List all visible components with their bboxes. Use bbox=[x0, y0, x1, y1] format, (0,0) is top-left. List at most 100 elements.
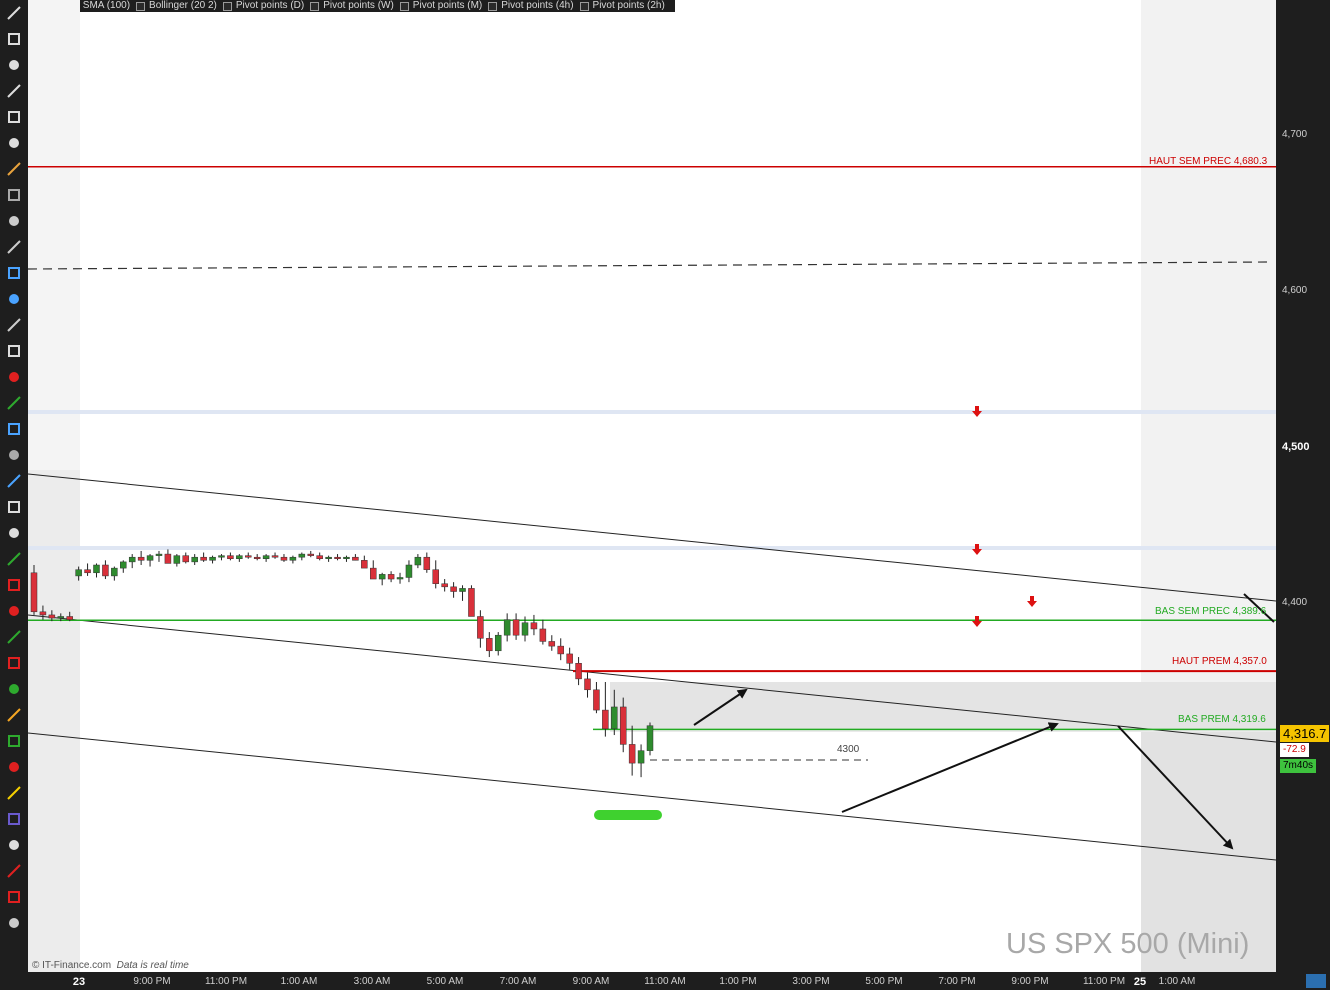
candle-body bbox=[316, 555, 323, 560]
candle-body bbox=[619, 706, 627, 745]
candle-body bbox=[494, 634, 502, 652]
green-level-icon[interactable] bbox=[3, 678, 25, 700]
segment-icon[interactable] bbox=[3, 496, 25, 518]
candle-body bbox=[432, 569, 439, 584]
candle-body bbox=[450, 586, 457, 592]
candle-body bbox=[441, 583, 448, 588]
candle-body bbox=[423, 556, 431, 570]
trash-icon[interactable] bbox=[3, 210, 25, 232]
candle-body bbox=[200, 556, 207, 561]
annotation-4300: 4300 bbox=[837, 744, 860, 755]
level-label-bas-prem: BAS PREM 4,319.6 bbox=[1178, 714, 1266, 725]
parallel-channel-icon[interactable] bbox=[3, 470, 25, 492]
trendline-icon[interactable] bbox=[3, 340, 25, 362]
candle-countdown-badge: 7m40s bbox=[1280, 759, 1317, 773]
candle-body bbox=[39, 611, 47, 616]
candle-body bbox=[387, 574, 395, 580]
red-level-icon[interactable] bbox=[3, 652, 25, 674]
candle-body bbox=[352, 556, 359, 561]
indicator-icon[interactable] bbox=[3, 158, 25, 180]
warning-icon[interactable] bbox=[3, 704, 25, 726]
smiley-icon[interactable] bbox=[3, 782, 25, 804]
help-icon[interactable] bbox=[3, 808, 25, 830]
text-icon[interactable] bbox=[3, 288, 25, 310]
settings-icon[interactable] bbox=[3, 912, 25, 934]
candle-body bbox=[637, 750, 645, 764]
candle-body bbox=[137, 556, 145, 561]
x-tick-label: 9:00 PM bbox=[1011, 976, 1049, 987]
candle-body bbox=[191, 556, 198, 563]
x-tick-label: 7:00 PM bbox=[938, 976, 976, 987]
candle-body bbox=[334, 556, 341, 560]
x-tick-label: 9:00 AM bbox=[572, 976, 610, 987]
x-tick-label: 23 bbox=[72, 976, 86, 988]
rectangle-icon[interactable] bbox=[3, 418, 25, 440]
candle-body bbox=[361, 560, 368, 569]
x-tick-label: 1:00 PM bbox=[719, 976, 757, 987]
candle-body bbox=[245, 555, 252, 558]
channel-lower-line bbox=[28, 732, 1276, 861]
level-band bbox=[28, 410, 1276, 414]
x-tick-label: 7:00 AM bbox=[499, 976, 537, 987]
buy-arrow-icon[interactable] bbox=[3, 392, 25, 414]
green-line-icon[interactable] bbox=[3, 548, 25, 570]
candle-body bbox=[512, 619, 520, 636]
candle-body bbox=[173, 555, 181, 564]
crosshair-icon[interactable] bbox=[3, 262, 25, 284]
candle-body bbox=[227, 555, 234, 560]
thumbs-up-icon[interactable] bbox=[3, 730, 25, 752]
time-axis[interactable]: 23 9:00 PM 11:00 PM 1:00 AM 3:00 AM 5:00 AM 7:… bbox=[28, 972, 1330, 990]
arrow-tool-icon[interactable] bbox=[3, 834, 25, 856]
session-shade bbox=[1141, 0, 1276, 682]
current-price-badge: 4,316.7 bbox=[1280, 725, 1330, 742]
range-box bbox=[610, 682, 1276, 728]
candle-body bbox=[548, 641, 556, 647]
marker-icon[interactable] bbox=[3, 860, 25, 882]
thumbs-down-icon[interactable] bbox=[3, 756, 25, 778]
price-axis[interactable]: 4,700 4,600 4,500 4,400 bbox=[1276, 0, 1330, 972]
horizontal-line-icon[interactable] bbox=[3, 132, 25, 154]
sell-arrow-icon[interactable] bbox=[3, 366, 25, 388]
candle-body bbox=[120, 561, 127, 569]
candle-body bbox=[57, 616, 65, 619]
ellipse-icon[interactable] bbox=[3, 886, 25, 908]
price-change-badge: -72.9 bbox=[1280, 743, 1309, 757]
candle-body bbox=[236, 555, 243, 560]
candle-body bbox=[84, 569, 91, 574]
candle-body bbox=[459, 588, 466, 592]
session-shade bbox=[28, 0, 80, 470]
pencil-icon[interactable] bbox=[3, 2, 25, 24]
channel-upper-line bbox=[28, 473, 1276, 602]
alarm-icon[interactable] bbox=[3, 80, 25, 102]
fibonacci-icon[interactable] bbox=[3, 444, 25, 466]
candle-body bbox=[343, 556, 350, 560]
red-line-icon[interactable] bbox=[3, 574, 25, 596]
zoom-icon[interactable] bbox=[3, 54, 25, 76]
candle-body bbox=[128, 556, 136, 563]
candle-body bbox=[575, 663, 582, 680]
vertical-line-icon[interactable] bbox=[3, 106, 25, 128]
candle-body bbox=[66, 616, 73, 620]
red-trendline-icon[interactable] bbox=[3, 600, 25, 622]
scroll-to-end-button[interactable] bbox=[1306, 974, 1326, 988]
tools-icon[interactable] bbox=[3, 236, 25, 258]
candle-body bbox=[102, 564, 109, 577]
copy-icon[interactable] bbox=[3, 314, 25, 336]
cursor-icon[interactable] bbox=[3, 28, 25, 50]
instrument-name: US SPX 500 (Mini) bbox=[1006, 928, 1250, 960]
price-chart[interactable] bbox=[28, 0, 1276, 972]
x-tick-label: 3:00 AM bbox=[353, 976, 391, 987]
ruler-icon[interactable] bbox=[3, 184, 25, 206]
candle-body bbox=[75, 569, 82, 577]
candle-body bbox=[405, 564, 413, 578]
candle-body bbox=[468, 588, 475, 617]
level-label-haut-sem-prec: HAUT SEM PREC 4,680.3 bbox=[1149, 156, 1268, 167]
x-tick-label: 5:00 PM bbox=[865, 976, 903, 987]
ray-icon[interactable] bbox=[3, 522, 25, 544]
sell-signal-arrow bbox=[972, 616, 982, 627]
x-tick-label: 11:00 AM bbox=[644, 976, 686, 987]
candle-body bbox=[378, 574, 386, 580]
green-trendline-icon[interactable] bbox=[3, 626, 25, 648]
candle-body bbox=[182, 555, 190, 563]
candle-body bbox=[584, 678, 591, 691]
